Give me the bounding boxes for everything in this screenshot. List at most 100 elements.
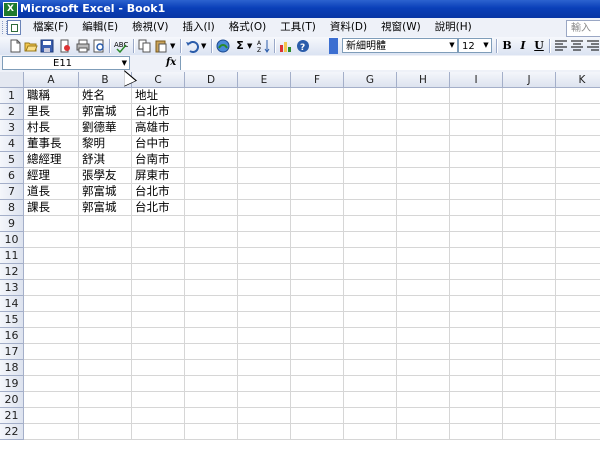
cell[interactable] [450,408,503,424]
cell[interactable]: 董事長 [24,136,79,152]
insert-function-icon[interactable]: fx [166,56,176,70]
cell[interactable]: 台南市 [132,152,185,168]
cell[interactable] [344,104,397,120]
cell[interactable] [556,152,600,168]
cell[interactable] [238,120,291,136]
cell[interactable] [450,344,503,360]
cell[interactable] [450,312,503,328]
spelling-icon[interactable]: ABC [114,39,128,53]
cell[interactable] [238,344,291,360]
chevron-down-icon[interactable]: ▼ [481,39,491,52]
cell[interactable] [79,216,132,232]
select-all-corner[interactable] [0,72,24,88]
cell[interactable] [397,312,450,328]
column-header-h[interactable]: H [397,72,450,88]
cell[interactable] [450,200,503,216]
paste-icon[interactable] [154,39,168,53]
row-header[interactable]: 13 [0,280,24,296]
cell[interactable] [397,408,450,424]
cell[interactable]: 總經理 [24,152,79,168]
row-header[interactable]: 16 [0,328,24,344]
cell[interactable] [503,312,556,328]
row-header[interactable]: 20 [0,392,24,408]
cell[interactable] [185,264,238,280]
cell[interactable] [556,296,600,312]
cell[interactable] [238,408,291,424]
menu-tools[interactable]: 工具(T) [273,18,323,37]
cell[interactable]: 劉德華 [79,120,132,136]
ask-question-box[interactable]: 輸入 [566,20,600,37]
cell[interactable] [291,296,344,312]
print-icon[interactable] [76,39,90,53]
cell[interactable] [185,216,238,232]
cell[interactable] [503,344,556,360]
cell[interactable] [344,88,397,104]
cell[interactable] [503,104,556,120]
cell[interactable] [291,376,344,392]
cell[interactable] [24,424,79,440]
cell[interactable] [344,248,397,264]
italic-button[interactable]: I [516,39,530,53]
cell[interactable] [503,152,556,168]
new-icon[interactable] [8,39,22,53]
cell[interactable] [344,392,397,408]
row-header[interactable]: 5 [0,152,24,168]
row-header[interactable]: 11 [0,248,24,264]
cell[interactable] [556,280,600,296]
cell[interactable] [503,376,556,392]
cell[interactable]: 台北市 [132,104,185,120]
cell[interactable] [79,328,132,344]
cell[interactable] [291,248,344,264]
cell[interactable] [132,264,185,280]
cell[interactable] [344,136,397,152]
cell[interactable] [450,264,503,280]
cell[interactable] [450,216,503,232]
cell[interactable] [397,248,450,264]
cell[interactable] [185,360,238,376]
cell[interactable] [503,184,556,200]
row-header[interactable]: 8 [0,200,24,216]
open-icon[interactable] [24,39,38,53]
cell[interactable] [397,296,450,312]
menu-format[interactable]: 格式(O) [222,18,273,37]
menu-help[interactable]: 說明(H) [428,18,479,37]
cell[interactable] [344,360,397,376]
cell[interactable] [291,280,344,296]
menu-insert[interactable]: 插入(I) [175,18,221,37]
cell[interactable] [450,168,503,184]
cell[interactable] [291,120,344,136]
cell[interactable] [503,264,556,280]
cell[interactable] [450,104,503,120]
cell[interactable] [344,312,397,328]
cell[interactable] [291,232,344,248]
cell[interactable] [556,184,600,200]
cell[interactable] [238,152,291,168]
cell[interactable] [450,88,503,104]
save-icon[interactable] [40,39,54,53]
cell[interactable] [344,376,397,392]
cell[interactable] [450,120,503,136]
column-header-e[interactable]: E [238,72,291,88]
cell[interactable] [185,88,238,104]
cell[interactable] [291,200,344,216]
cell[interactable] [503,280,556,296]
cell[interactable] [132,216,185,232]
cell[interactable] [397,120,450,136]
column-header-c[interactable]: C [132,72,185,88]
cell[interactable] [291,152,344,168]
cell[interactable] [397,360,450,376]
align-right-icon[interactable] [586,39,600,53]
cell[interactable] [556,104,600,120]
cell[interactable] [450,296,503,312]
row-header[interactable]: 2 [0,104,24,120]
cell[interactable] [344,424,397,440]
menu-file[interactable]: 檔案(F) [26,18,75,37]
row-header[interactable]: 9 [0,216,24,232]
cell[interactable] [238,280,291,296]
cell[interactable] [132,424,185,440]
cell[interactable] [79,264,132,280]
cell[interactable] [291,328,344,344]
cell[interactable] [238,104,291,120]
cell[interactable]: 郭富城 [79,104,132,120]
cell[interactable] [344,408,397,424]
